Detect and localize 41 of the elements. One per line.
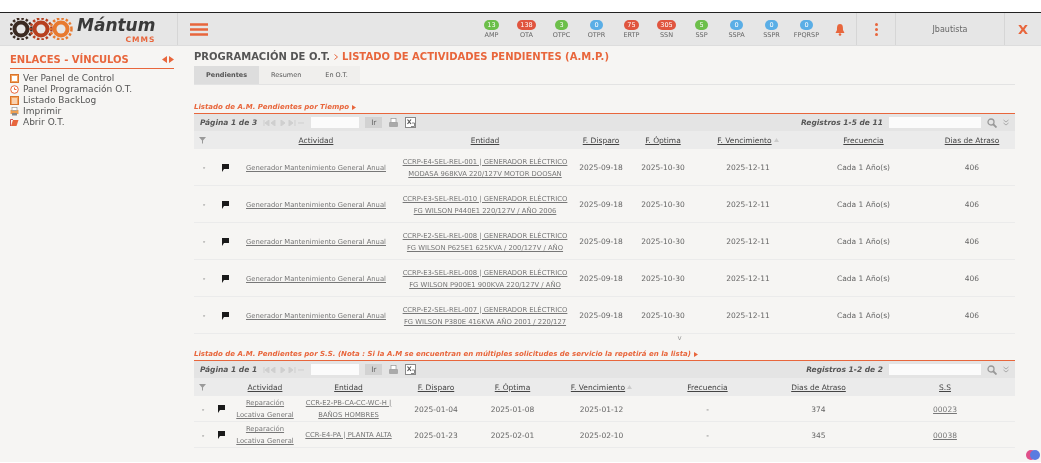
assistant-icon[interactable] bbox=[1026, 448, 1040, 462]
expand-arrow-icon[interactable] bbox=[352, 104, 357, 110]
flag-icon[interactable] bbox=[221, 200, 229, 209]
collapse-arrows-icon[interactable] bbox=[162, 56, 174, 63]
filter-icon[interactable] bbox=[199, 136, 206, 144]
menu-icon[interactable] bbox=[190, 22, 208, 36]
flag-icon[interactable] bbox=[217, 405, 225, 413]
gears-logo-icon bbox=[10, 18, 74, 40]
printer-icon bbox=[10, 107, 19, 116]
chevron-icon bbox=[334, 53, 339, 60]
collapse-icon[interactable] bbox=[1003, 366, 1009, 373]
flag-icon[interactable] bbox=[221, 311, 229, 320]
more-options-icon[interactable] bbox=[874, 22, 878, 36]
user-name[interactable]: Jbautista bbox=[896, 24, 1004, 34]
filter-icon[interactable] bbox=[199, 383, 206, 391]
expand-arrow-icon[interactable] bbox=[693, 351, 698, 357]
sidebar-link[interactable]: Panel Programación O.T. bbox=[23, 84, 133, 95]
sidebar-link[interactable]: Abrir O.T. bbox=[23, 117, 65, 128]
search-icon[interactable] bbox=[987, 117, 997, 128]
logo-text: Mántum bbox=[77, 14, 156, 35]
collapse-icon[interactable] bbox=[1003, 119, 1009, 126]
sidebar-title: ENLACES - VÍNCULOS bbox=[10, 54, 129, 65]
excel-icon[interactable] bbox=[405, 364, 417, 375]
folder-icon bbox=[10, 118, 19, 127]
breadcrumb-item[interactable]: PROGRAMACIÓN DE O.T. bbox=[194, 51, 331, 62]
flag-icon[interactable] bbox=[221, 274, 229, 283]
sidebar-link[interactable]: Listado BackLog bbox=[23, 95, 97, 106]
page-title: LISTADO DE ACTIVIDADES PENDIENTES (A.M.P.) bbox=[342, 51, 609, 62]
search-icon[interactable] bbox=[987, 364, 997, 375]
flag-icon[interactable] bbox=[221, 163, 229, 172]
sidebar-link[interactable]: Imprimir bbox=[23, 106, 62, 117]
flag-icon[interactable] bbox=[221, 237, 229, 246]
print-icon[interactable] bbox=[388, 117, 400, 128]
list-icon bbox=[10, 96, 19, 105]
sidebar-link[interactable]: Ver Panel de Control bbox=[23, 73, 115, 84]
flag-icon[interactable] bbox=[217, 431, 225, 439]
clock-icon bbox=[10, 85, 19, 94]
print-icon[interactable] bbox=[388, 364, 400, 375]
bell-icon[interactable] bbox=[835, 22, 845, 36]
excel-icon[interactable] bbox=[405, 117, 417, 128]
panel-icon bbox=[10, 74, 19, 83]
